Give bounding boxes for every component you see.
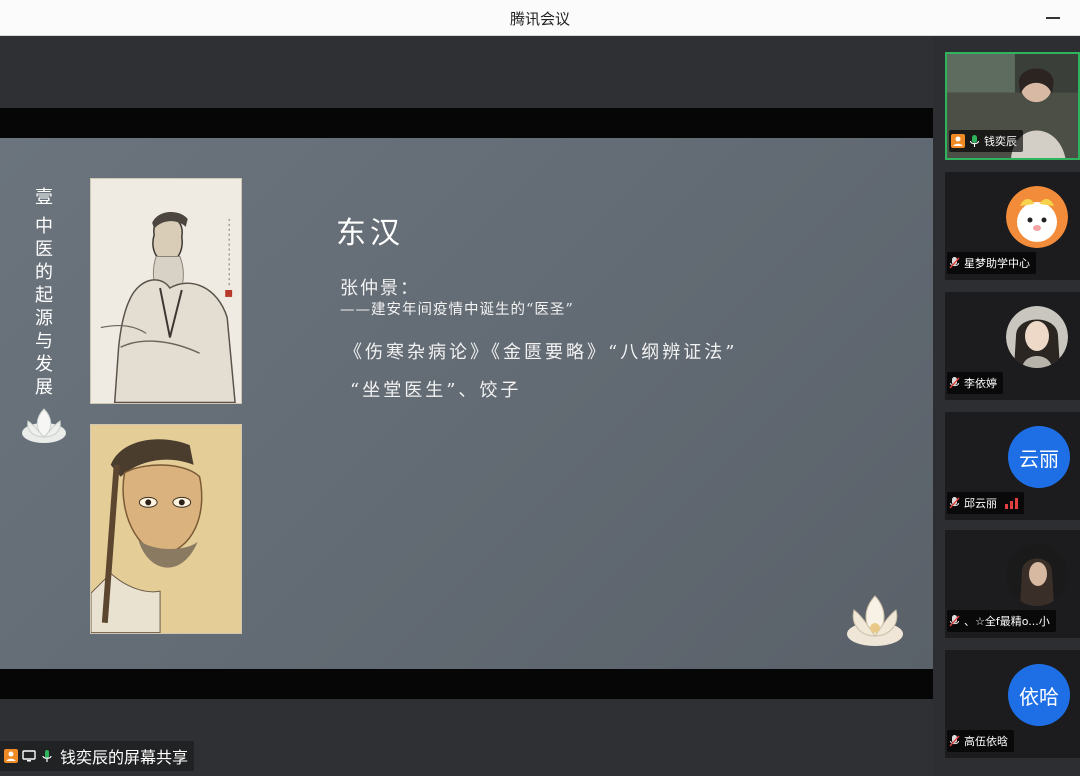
lotus-flower-icon [22, 408, 66, 443]
microphone-muted-icon [949, 614, 960, 628]
microphone-muted-icon [949, 734, 960, 748]
section-title-char: 源 [35, 308, 53, 329]
participant-name-bar: 星梦助学中心 [947, 252, 1036, 274]
section-title-char: 展 [35, 377, 53, 398]
participant-name: 星梦助学中心 [964, 257, 1030, 270]
screen-share-label: 钱奕辰的屏幕共享 [0, 741, 195, 771]
participant-name-bar: 邱云丽 [947, 492, 1024, 514]
participant-name-bar: 钱奕辰 [949, 130, 1023, 152]
participant-tile[interactable]: 、☆全f最精o...小 [945, 530, 1080, 638]
portrait-zhang-zhongjing-ink [90, 178, 242, 404]
section-title-char: 医 [35, 239, 53, 260]
slide-heading: 东汉 [336, 216, 404, 251]
user-icon [4, 749, 18, 763]
user-icon [951, 134, 965, 148]
slide-extra-line: “坐堂医生”、饺子 [350, 380, 522, 401]
app-title: 腾讯会议 [509, 10, 570, 28]
slide-books-line: 《伤寒杂病论》《金匮要略》“八纲辨证法” [344, 342, 738, 363]
screen-share-owner: 钱奕辰的屏幕共享 [60, 748, 189, 767]
meeting-window: 腾讯会议 壹 中 医 的 起 源 与 发 展 东汉 张仲景： ——建安年间疫情中… [0, 0, 1080, 776]
screen-share-area: 壹 中 医 的 起 源 与 发 展 东汉 张仲景： ——建安年间疫情中诞生的“医… [0, 36, 933, 776]
title-bar: 腾讯会议 [0, 0, 1080, 36]
screen-share-icon [22, 750, 36, 762]
section-title-char: 起 [35, 285, 53, 306]
slide-subtitle: ——建安年间疫情中诞生的“医圣” [340, 302, 574, 318]
section-title-char: 中 [35, 216, 53, 237]
letterbox-top [0, 108, 933, 138]
avatar [1006, 544, 1068, 606]
shared-slide: 壹 中 医 的 起 源 与 发 展 东汉 张仲景： ——建安年间疫情中诞生的“医… [0, 138, 933, 669]
section-title-char: 与 [35, 331, 53, 352]
avatar [1006, 306, 1068, 368]
participant-name-bar: 、☆全f最精o...小 [947, 610, 1056, 632]
participant-name: 高伍依晗 [964, 735, 1008, 748]
participant-tile[interactable]: 云丽 邱云丽 [945, 412, 1080, 520]
microphone-muted-icon [949, 376, 960, 390]
participant-tile[interactable]: 李依婷 [945, 292, 1080, 400]
slide-person-name: 张仲景： [340, 278, 420, 299]
section-title-char: 的 [35, 262, 53, 283]
microphone-icon [42, 750, 52, 762]
participant-tile[interactable]: 星梦助学中心 [945, 172, 1080, 280]
section-number: 壹 [35, 187, 53, 208]
letterbox-bottom [0, 669, 933, 699]
section-title-char: 发 [35, 354, 53, 375]
minimize-icon[interactable] [1044, 8, 1062, 26]
microphone-muted-icon [949, 496, 960, 510]
microphone-muted-icon [949, 256, 960, 270]
avatar: 依哈 [1008, 664, 1070, 726]
participant-tile[interactable]: 钱奕辰 [945, 52, 1080, 160]
participant-name: 邱云丽 [964, 497, 997, 510]
avatar [1006, 186, 1068, 248]
participant-name: 、☆全f最精o...小 [964, 615, 1050, 628]
participant-list: 钱奕辰 星梦助学中心 李依婷 云丽 邱云丽 、☆全f最精o...小 依哈 高伍依… [933, 36, 1080, 776]
microphone-icon [969, 134, 980, 148]
avatar: 云丽 [1008, 426, 1070, 488]
portrait-zhang-zhongjing-color [90, 424, 242, 634]
participant-name: 李依婷 [964, 377, 997, 390]
lotus-flower-icon [847, 595, 903, 646]
network-signal-icon [1005, 497, 1018, 509]
participant-tile[interactable]: 依哈 高伍依晗 [945, 650, 1080, 758]
vertical-section-title: 壹 中 医 的 起 源 与 发 展 [32, 186, 56, 399]
participant-name-bar: 高伍依晗 [947, 730, 1014, 752]
participant-name-bar: 李依婷 [947, 372, 1003, 394]
participant-name: 钱奕辰 [984, 135, 1017, 148]
